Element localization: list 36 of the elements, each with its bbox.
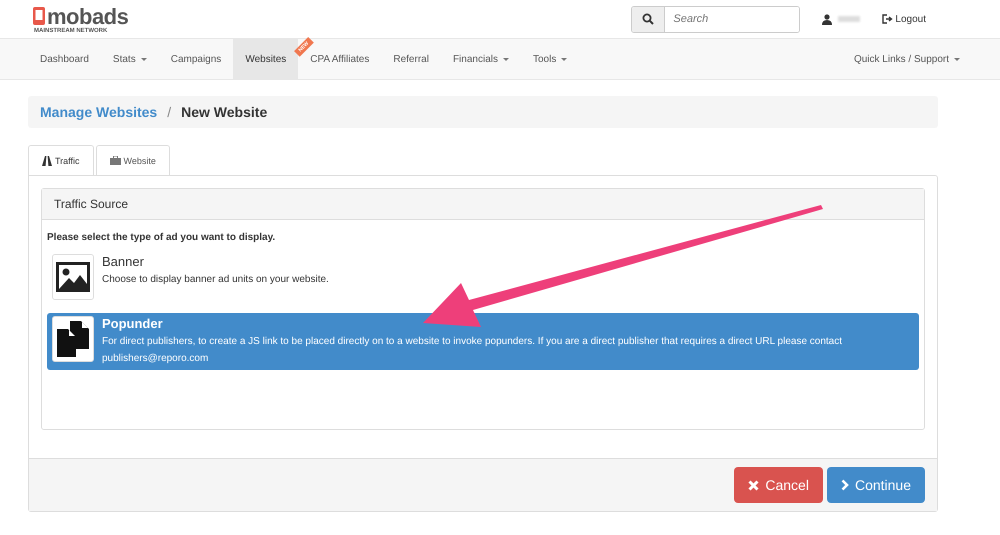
logout-link[interactable]: Logout xyxy=(882,14,926,24)
breadcrumb-separator: / xyxy=(167,104,172,120)
search-field[interactable]: Search xyxy=(631,6,800,32)
panel-heading: Traffic Source xyxy=(54,197,128,211)
close-icon xyxy=(748,480,760,490)
nav-item[interactable]: Referral xyxy=(381,39,441,79)
breadcrumb-current: New Website xyxy=(181,104,268,120)
option-title: Banner xyxy=(102,254,145,269)
cancel-button[interactable]: Cancel xyxy=(734,467,823,503)
search-icon xyxy=(642,13,654,25)
image-icon xyxy=(56,262,90,292)
files-icon xyxy=(57,321,89,357)
nav-item[interactable]: Quick Links / Support xyxy=(842,39,972,79)
nav-item[interactable]: Campaigns xyxy=(158,39,234,79)
tab[interactable]: Traffic xyxy=(28,145,94,175)
user-icon[interactable] xyxy=(822,14,832,24)
prompt-text: Please select the type of ad you want to display. xyxy=(47,232,276,243)
logout-icon xyxy=(882,14,894,24)
continue-button[interactable]: Continue xyxy=(826,467,925,503)
nav-item[interactable]: Stats xyxy=(100,39,159,79)
blurred-username xyxy=(838,16,860,22)
option-title: Popunder xyxy=(102,316,164,331)
phone-icon xyxy=(32,6,46,28)
road-icon xyxy=(42,156,52,166)
ad-type-option[interactable] xyxy=(47,313,919,370)
tab[interactable]: Website xyxy=(96,145,170,175)
briefcase-icon xyxy=(110,156,121,165)
nav-item[interactable]: Dashboard xyxy=(28,39,101,79)
logo-text: mobads xyxy=(47,6,128,28)
option-description: Choose to display banner ad units on your website. xyxy=(102,273,329,287)
ad-type-option[interactable]: Banner Choose to display banner ad units on your website. xyxy=(47,251,919,303)
nav-item[interactable]: Websites xyxy=(233,39,298,79)
chevron-right-icon xyxy=(840,479,849,491)
nav-item[interactable]: Financials xyxy=(440,39,521,79)
option-description: For direct publishers, to create a JS link to be placed directly on to a website to invoke popunders. If you are a direct publisher that requires a direct URL please contact publishers@reporo.com xyxy=(102,335,844,366)
nav-item[interactable]: Tools xyxy=(520,39,580,79)
